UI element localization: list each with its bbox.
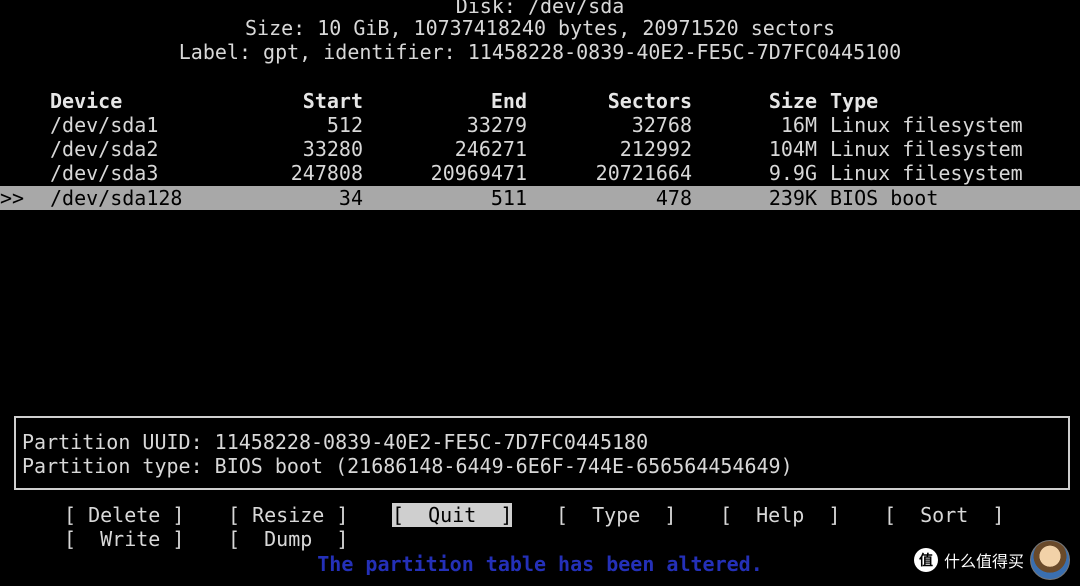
- help-button[interactable]: [ Help ]: [720, 503, 840, 527]
- row-device: /dev/sda1: [50, 113, 159, 137]
- table-row[interactable]: /dev/sda1 512 33279 32768 16M Linux file…: [0, 113, 1080, 137]
- col-sectors: Sectors: [607, 89, 692, 113]
- row-type: Linux filesystem: [830, 137, 1023, 161]
- col-type: Type: [830, 89, 879, 113]
- partition-uuid: Partition UUID: 11458228-0839-40E2-FE5C-…: [22, 430, 649, 454]
- row-sectors: 32768: [631, 113, 692, 137]
- dump-button[interactable]: [ Dump ]: [228, 527, 348, 551]
- row-end: 511: [490, 186, 527, 210]
- row-size: 9.9G: [768, 161, 817, 185]
- row-start: 34: [338, 186, 363, 210]
- row-sectors: 20721664: [595, 161, 692, 185]
- row-type: BIOS boot: [830, 186, 939, 210]
- write-button[interactable]: [ Write ]: [64, 527, 184, 551]
- table-row[interactable]: /dev/sda2 33280 246271 212992 104M Linux…: [0, 137, 1080, 161]
- table-row[interactable]: /dev/sda3 247808 20969471 20721664 9.9G …: [0, 161, 1080, 185]
- quit-button[interactable]: [ Quit ]: [392, 503, 513, 527]
- avatar: [1030, 540, 1070, 580]
- row-marker: >>: [0, 186, 25, 210]
- partition-info-box: Partition UUID: 11458228-0839-40E2-FE5C-…: [14, 416, 1070, 490]
- row-start: 247808: [290, 161, 363, 185]
- resize-button[interactable]: [ Resize ]: [228, 503, 348, 527]
- partition-type: Partition type: BIOS boot (21686148-6449…: [22, 454, 793, 478]
- col-device: Device: [50, 89, 123, 113]
- table-row-selected[interactable]: >> /dev/sda128 34 511 478 239K BIOS boot: [0, 186, 1080, 210]
- row-size: 16M: [780, 113, 817, 137]
- table-header: Device Start End Sectors Size Type: [0, 89, 1080, 113]
- row-start: 33280: [302, 137, 363, 161]
- row-device: /dev/sda128: [50, 186, 183, 210]
- disk-size-line: Size: 10 GiB, 10737418240 bytes, 2097152…: [244, 16, 835, 40]
- row-sectors: 478: [655, 186, 692, 210]
- row-sectors: 212992: [619, 137, 692, 161]
- row-end: 246271: [454, 137, 527, 161]
- row-device: /dev/sda3: [50, 161, 159, 185]
- col-start: Start: [302, 89, 363, 113]
- row-end: 20969471: [430, 161, 527, 185]
- sort-button[interactable]: [ Sort ]: [884, 503, 1004, 527]
- disk-label-line: Label: gpt, identifier: 11458228-0839-40…: [178, 40, 902, 64]
- row-type: Linux filesystem: [830, 161, 1023, 185]
- row-end: 33279: [466, 113, 527, 137]
- row-type: Linux filesystem: [830, 113, 1023, 137]
- delete-button[interactable]: [ Delete ]: [64, 503, 184, 527]
- row-size: 104M: [768, 137, 817, 161]
- row-start: 512: [326, 113, 363, 137]
- watermark: 值 什么值得买: [913, 540, 1070, 580]
- type-button[interactable]: [ Type ]: [556, 503, 676, 527]
- row-device: /dev/sda2: [50, 137, 159, 161]
- watermark-text: 什么值得买: [943, 552, 1024, 571]
- col-size: Size: [768, 89, 817, 113]
- watermark-logo-icon: 值: [913, 548, 938, 572]
- col-end: End: [490, 89, 527, 113]
- row-size: 239K: [768, 186, 817, 210]
